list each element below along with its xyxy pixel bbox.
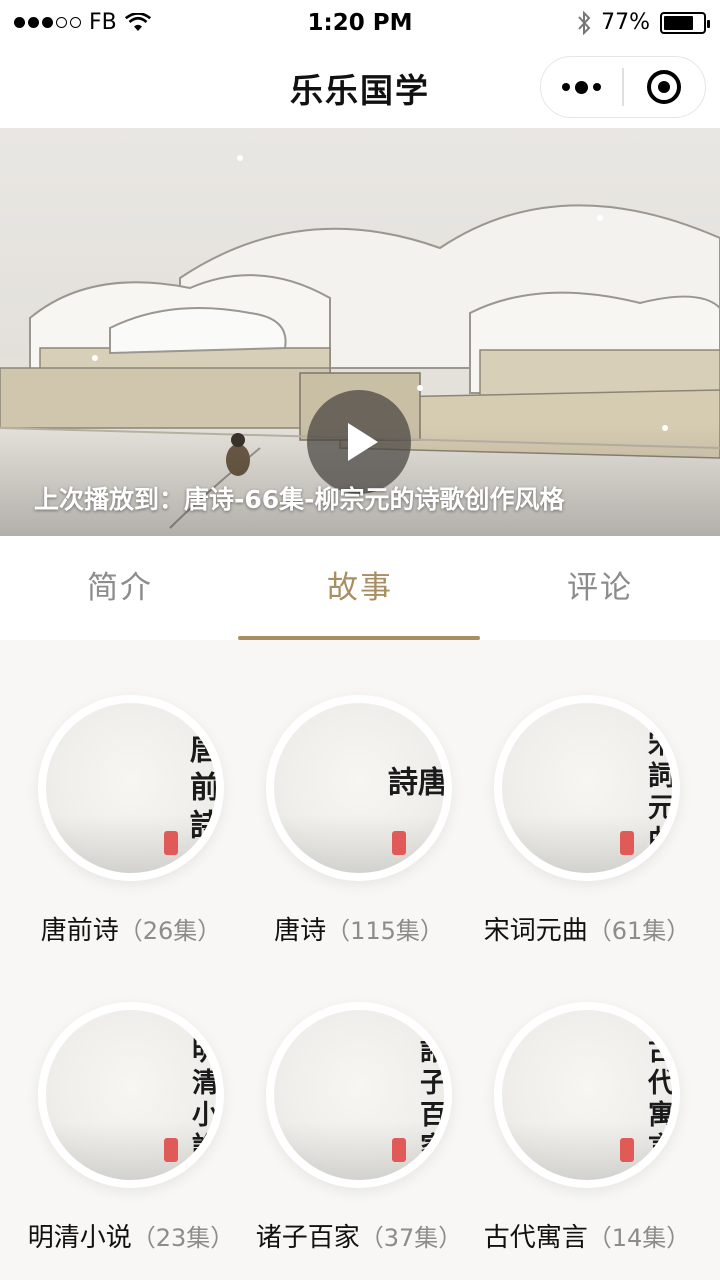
category-label[interactable]: 宋词元曲（61集） — [456, 910, 718, 947]
category-cover[interactable]: 唐詩 — [266, 695, 452, 881]
category-title: 宋词元曲 — [483, 916, 588, 946]
seal-icon — [392, 1138, 406, 1162]
category-title: 明清小说 — [27, 1223, 132, 1253]
category-card-yuyan[interactable]: 古代寓言 古代寓言（14集） — [456, 1002, 696, 1280]
category-label[interactable]: 明清小说（23集） — [0, 1217, 262, 1254]
status-right: 77% — [577, 10, 710, 35]
category-card-zhuzi[interactable]: 諸子百家 诸子百家（37集） — [228, 1002, 468, 1280]
battery-percent: 77% — [601, 10, 650, 35]
category-count: （14集） — [587, 1224, 691, 1252]
category-cover[interactable]: 明清小說 — [38, 1002, 224, 1188]
cover-calligraphy: 明清小說 — [187, 1036, 216, 1164]
cover-calligraphy: 古代寓言 — [643, 1036, 672, 1164]
category-label[interactable]: 诸子百家（37集） — [228, 1217, 490, 1254]
tab-bar: 简介 故事 评论 — [0, 536, 720, 640]
category-card-tangshi[interactable]: 唐詩 唐诗（115集） — [228, 695, 468, 995]
cover-calligraphy: 諸子百家 — [415, 1036, 444, 1164]
category-cover[interactable]: 宋詞元曲 — [494, 695, 680, 881]
cover-calligraphy: 唐詩 — [382, 766, 444, 820]
category-count: （115集） — [326, 917, 444, 945]
tab-comments[interactable]: 评论 — [480, 536, 720, 640]
tab-stories[interactable]: 故事 — [240, 536, 480, 640]
category-cover[interactable]: 諸子百家 — [266, 1002, 452, 1188]
category-label[interactable]: 唐诗（115集） — [228, 910, 490, 947]
category-cover[interactable]: 唐前詩 — [38, 695, 224, 881]
category-label[interactable]: 古代寓言（14集） — [456, 1217, 718, 1254]
video-banner[interactable] — [0, 128, 720, 536]
status-bar: FB 1:20 PM 77% — [0, 0, 720, 46]
category-card-tangqian[interactable]: 唐前詩 唐前诗（26集） — [0, 695, 240, 995]
category-title: 唐前诗 — [40, 916, 119, 946]
seal-icon — [164, 1138, 178, 1162]
cover-calligraphy: 宋詞元曲 — [643, 729, 672, 857]
close-target-icon[interactable] — [624, 57, 705, 117]
category-cover[interactable]: 古代寓言 — [494, 1002, 680, 1188]
cover-calligraphy: 唐前詩 — [184, 733, 216, 847]
category-count: （61集） — [587, 917, 691, 945]
category-grid: 唐前詩 唐前诗（26集） 唐詩 唐诗（115集） 宋詞元曲 宋词元曲（61集） — [0, 640, 720, 1280]
category-card-mingqing[interactable]: 明清小說 明清小说（23集） — [0, 1002, 240, 1280]
category-count: （37集） — [359, 1224, 463, 1252]
battery-icon — [660, 11, 710, 34]
play-icon[interactable] — [307, 390, 411, 494]
category-title: 古代寓言 — [483, 1223, 588, 1253]
tab-intro[interactable]: 简介 — [0, 536, 240, 640]
category-count: （23集） — [131, 1224, 235, 1252]
bluetooth-icon — [578, 10, 591, 35]
seal-icon — [164, 831, 178, 855]
last-played-text[interactable]: 上次播放到：唐诗-66集-柳宗元的诗歌创作风格 — [34, 480, 565, 516]
category-title: 诸子百家 — [255, 1223, 360, 1253]
menu-capsule — [540, 56, 706, 118]
seal-icon — [620, 831, 634, 855]
battery-fill — [664, 15, 694, 30]
seal-icon — [392, 831, 406, 855]
category-card-songci[interactable]: 宋詞元曲 宋词元曲（61集） — [456, 695, 696, 995]
nav-bar: 乐乐国学 — [0, 46, 720, 128]
category-label[interactable]: 唐前诗（26集） — [0, 910, 262, 947]
more-icon[interactable] — [541, 57, 622, 117]
category-count: （26集） — [118, 917, 222, 945]
category-title: 唐诗 — [274, 916, 327, 946]
seal-icon — [620, 1138, 634, 1162]
